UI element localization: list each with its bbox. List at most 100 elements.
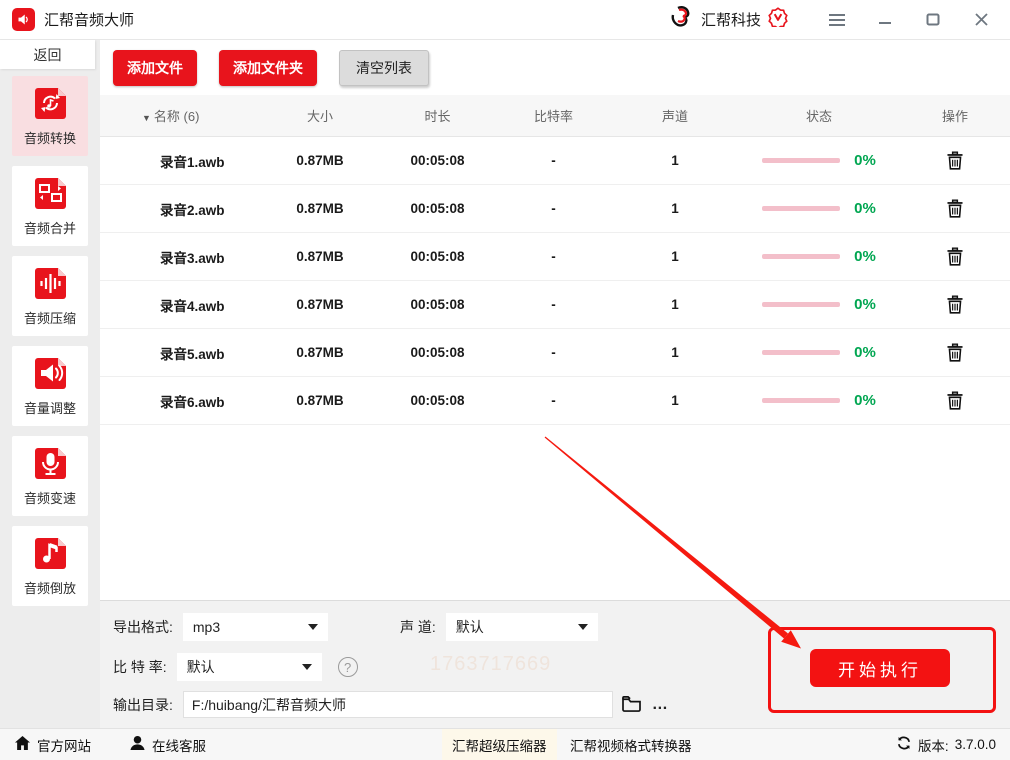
close-button[interactable] (964, 7, 998, 33)
online-service-link[interactable]: 在线客服 (129, 735, 206, 755)
audio-merge-icon (32, 175, 69, 212)
folder-icon[interactable] (621, 695, 642, 715)
channel-select[interactable]: 默认 (445, 613, 598, 641)
chevron-down-icon (301, 664, 312, 670)
audio-reverse-icon (32, 535, 69, 572)
watermark-text: 1763717669 (430, 653, 552, 675)
video-converter-app-link[interactable]: 汇帮视频格式转换器 (570, 729, 692, 760)
delete-icon[interactable] (946, 295, 964, 314)
file-name: 录音4.awb (160, 298, 225, 314)
delete-icon[interactable] (946, 343, 964, 362)
compressor-app-link[interactable]: 汇帮超级压缩器 (442, 729, 557, 760)
table-row[interactable]: 录音3.awb 0.87MB 00:05:08 - 1 0% (100, 233, 1010, 281)
refresh-icon[interactable] (896, 735, 912, 754)
file-channels: 1 (671, 297, 679, 312)
column-header-bitrate[interactable]: 比特率 (495, 106, 612, 125)
file-duration: 00:05:08 (410, 297, 465, 312)
file-status: 0% (738, 344, 900, 361)
table-row[interactable]: 录音5.awb 0.87MB 00:05:08 - 1 0% (100, 329, 1010, 377)
file-bitrate: - (551, 297, 556, 312)
file-duration: 00:05:08 (410, 393, 465, 408)
file-action (900, 247, 1010, 266)
file-action (900, 151, 1010, 170)
file-status: 0% (738, 392, 900, 409)
minimize-button[interactable] (868, 7, 902, 33)
sidebar-item-audio-merge[interactable]: 音频合并 (12, 166, 88, 246)
table-header: ▼ 名称 (6) 大小 时长 比特率 声道 状态 操作 (100, 95, 1010, 137)
delete-icon[interactable] (946, 391, 964, 410)
add-file-button[interactable]: 添加文件 (113, 49, 197, 86)
file-bitrate: - (551, 345, 556, 360)
file-action (900, 391, 1010, 410)
back-button[interactable]: 返回 (0, 40, 95, 69)
sidebar-item-volume-adjust[interactable]: 音量调整 (12, 346, 88, 426)
brand-area: 汇帮科技 (670, 5, 788, 34)
bitrate-label: 比 特 率: (113, 659, 167, 675)
file-size: 0.87MB (296, 249, 344, 264)
file-size: 0.87MB (296, 297, 344, 312)
person-icon (129, 735, 146, 754)
bitrate-select[interactable]: 默认 (176, 653, 322, 681)
progress-bar (762, 254, 841, 259)
sidebar-item-audio-speed[interactable]: 音频变速 (12, 436, 88, 516)
bitrate-value: 默认 (186, 659, 215, 675)
file-size: 0.87MB (296, 345, 344, 360)
delete-icon[interactable] (946, 247, 964, 266)
file-channels: 1 (671, 393, 679, 408)
sidebar: 返回 音频转换 音频合并 音频压缩 音量调整 音频变速 音频倒放 (0, 40, 100, 728)
browse-more-button[interactable]: … (652, 696, 669, 714)
column-header-size[interactable]: 大小 (260, 106, 380, 125)
export-format-select[interactable]: mp3 (182, 613, 328, 641)
progress-bar (762, 302, 841, 307)
main-content: 添加文件 添加文件夹 清空列表 ▼ 名称 (6) 大小 时长 比特率 声道 状态 … (100, 40, 1010, 728)
menu-icon[interactable] (820, 7, 854, 33)
file-status: 0% (738, 152, 900, 169)
sidebar-item-audio-compress[interactable]: 音频压缩 (12, 256, 88, 336)
maximize-button[interactable] (916, 7, 950, 33)
table-row[interactable]: 录音4.awb 0.87MB 00:05:08 - 1 0% (100, 281, 1010, 329)
progress-percent: 0% (854, 344, 876, 361)
brand-name: 汇帮科技 (700, 12, 761, 29)
file-list: 录音1.awb 0.87MB 00:05:08 - 1 0% 录音2.awb 0… (100, 137, 1010, 425)
clear-list-button[interactable]: 清空列表 (339, 49, 429, 86)
app-logo-icon (12, 8, 35, 31)
output-dir-input[interactable] (182, 691, 613, 718)
verified-badge-icon (768, 7, 788, 32)
progress-percent: 0% (854, 296, 876, 313)
sort-caret-icon: ▼ (142, 113, 151, 123)
file-channels: 1 (671, 249, 679, 264)
column-header-status[interactable]: 状态 (738, 106, 900, 125)
output-dir-label: 输出目录: (113, 696, 173, 713)
delete-icon[interactable] (946, 151, 964, 170)
column-header-action: 操作 (941, 109, 968, 124)
add-folder-button[interactable]: 添加文件夹 (219, 49, 317, 86)
table-row[interactable]: 录音6.awb 0.87MB 00:05:08 - 1 0% (100, 377, 1010, 425)
file-channels: 1 (671, 201, 679, 216)
table-row[interactable]: 录音2.awb 0.87MB 00:05:08 - 1 0% (100, 185, 1010, 233)
file-size: 0.87MB (296, 153, 344, 168)
status-bar: 官方网站 在线客服 汇帮超级压缩器 汇帮视频格式转换器 版本: 3.7.0.0 (0, 728, 1010, 760)
channel-label: 声 道: (400, 619, 436, 635)
sidebar-item-audio-convert[interactable]: 音频转换 (12, 76, 88, 156)
volume-adjust-icon (32, 355, 69, 392)
version-label: 版本: (917, 738, 949, 754)
file-size: 0.87MB (296, 201, 344, 216)
column-header-channels[interactable]: 声道 (612, 106, 738, 125)
official-site-link[interactable]: 官方网站 (14, 735, 91, 755)
file-name: 录音5.awb (160, 346, 225, 362)
sidebar-item-audio-reverse[interactable]: 音频倒放 (12, 526, 88, 606)
audio-convert-icon (32, 85, 69, 122)
file-action (900, 343, 1010, 362)
delete-icon[interactable] (946, 199, 964, 218)
file-bitrate: - (551, 153, 556, 168)
file-duration: 00:05:08 (410, 249, 465, 264)
table-row[interactable]: 录音1.awb 0.87MB 00:05:08 - 1 0% (100, 137, 1010, 185)
column-header-name[interactable]: ▼ 名称 (6) (100, 106, 260, 125)
empty-area (100, 425, 1010, 600)
progress-bar (762, 398, 841, 403)
help-icon[interactable]: ? (337, 657, 358, 677)
column-header-duration[interactable]: 时长 (380, 106, 495, 125)
start-button[interactable]: 开始执行 (810, 649, 950, 687)
export-format-label: 导出格式: (113, 619, 173, 635)
file-name: 录音2.awb (160, 202, 225, 218)
